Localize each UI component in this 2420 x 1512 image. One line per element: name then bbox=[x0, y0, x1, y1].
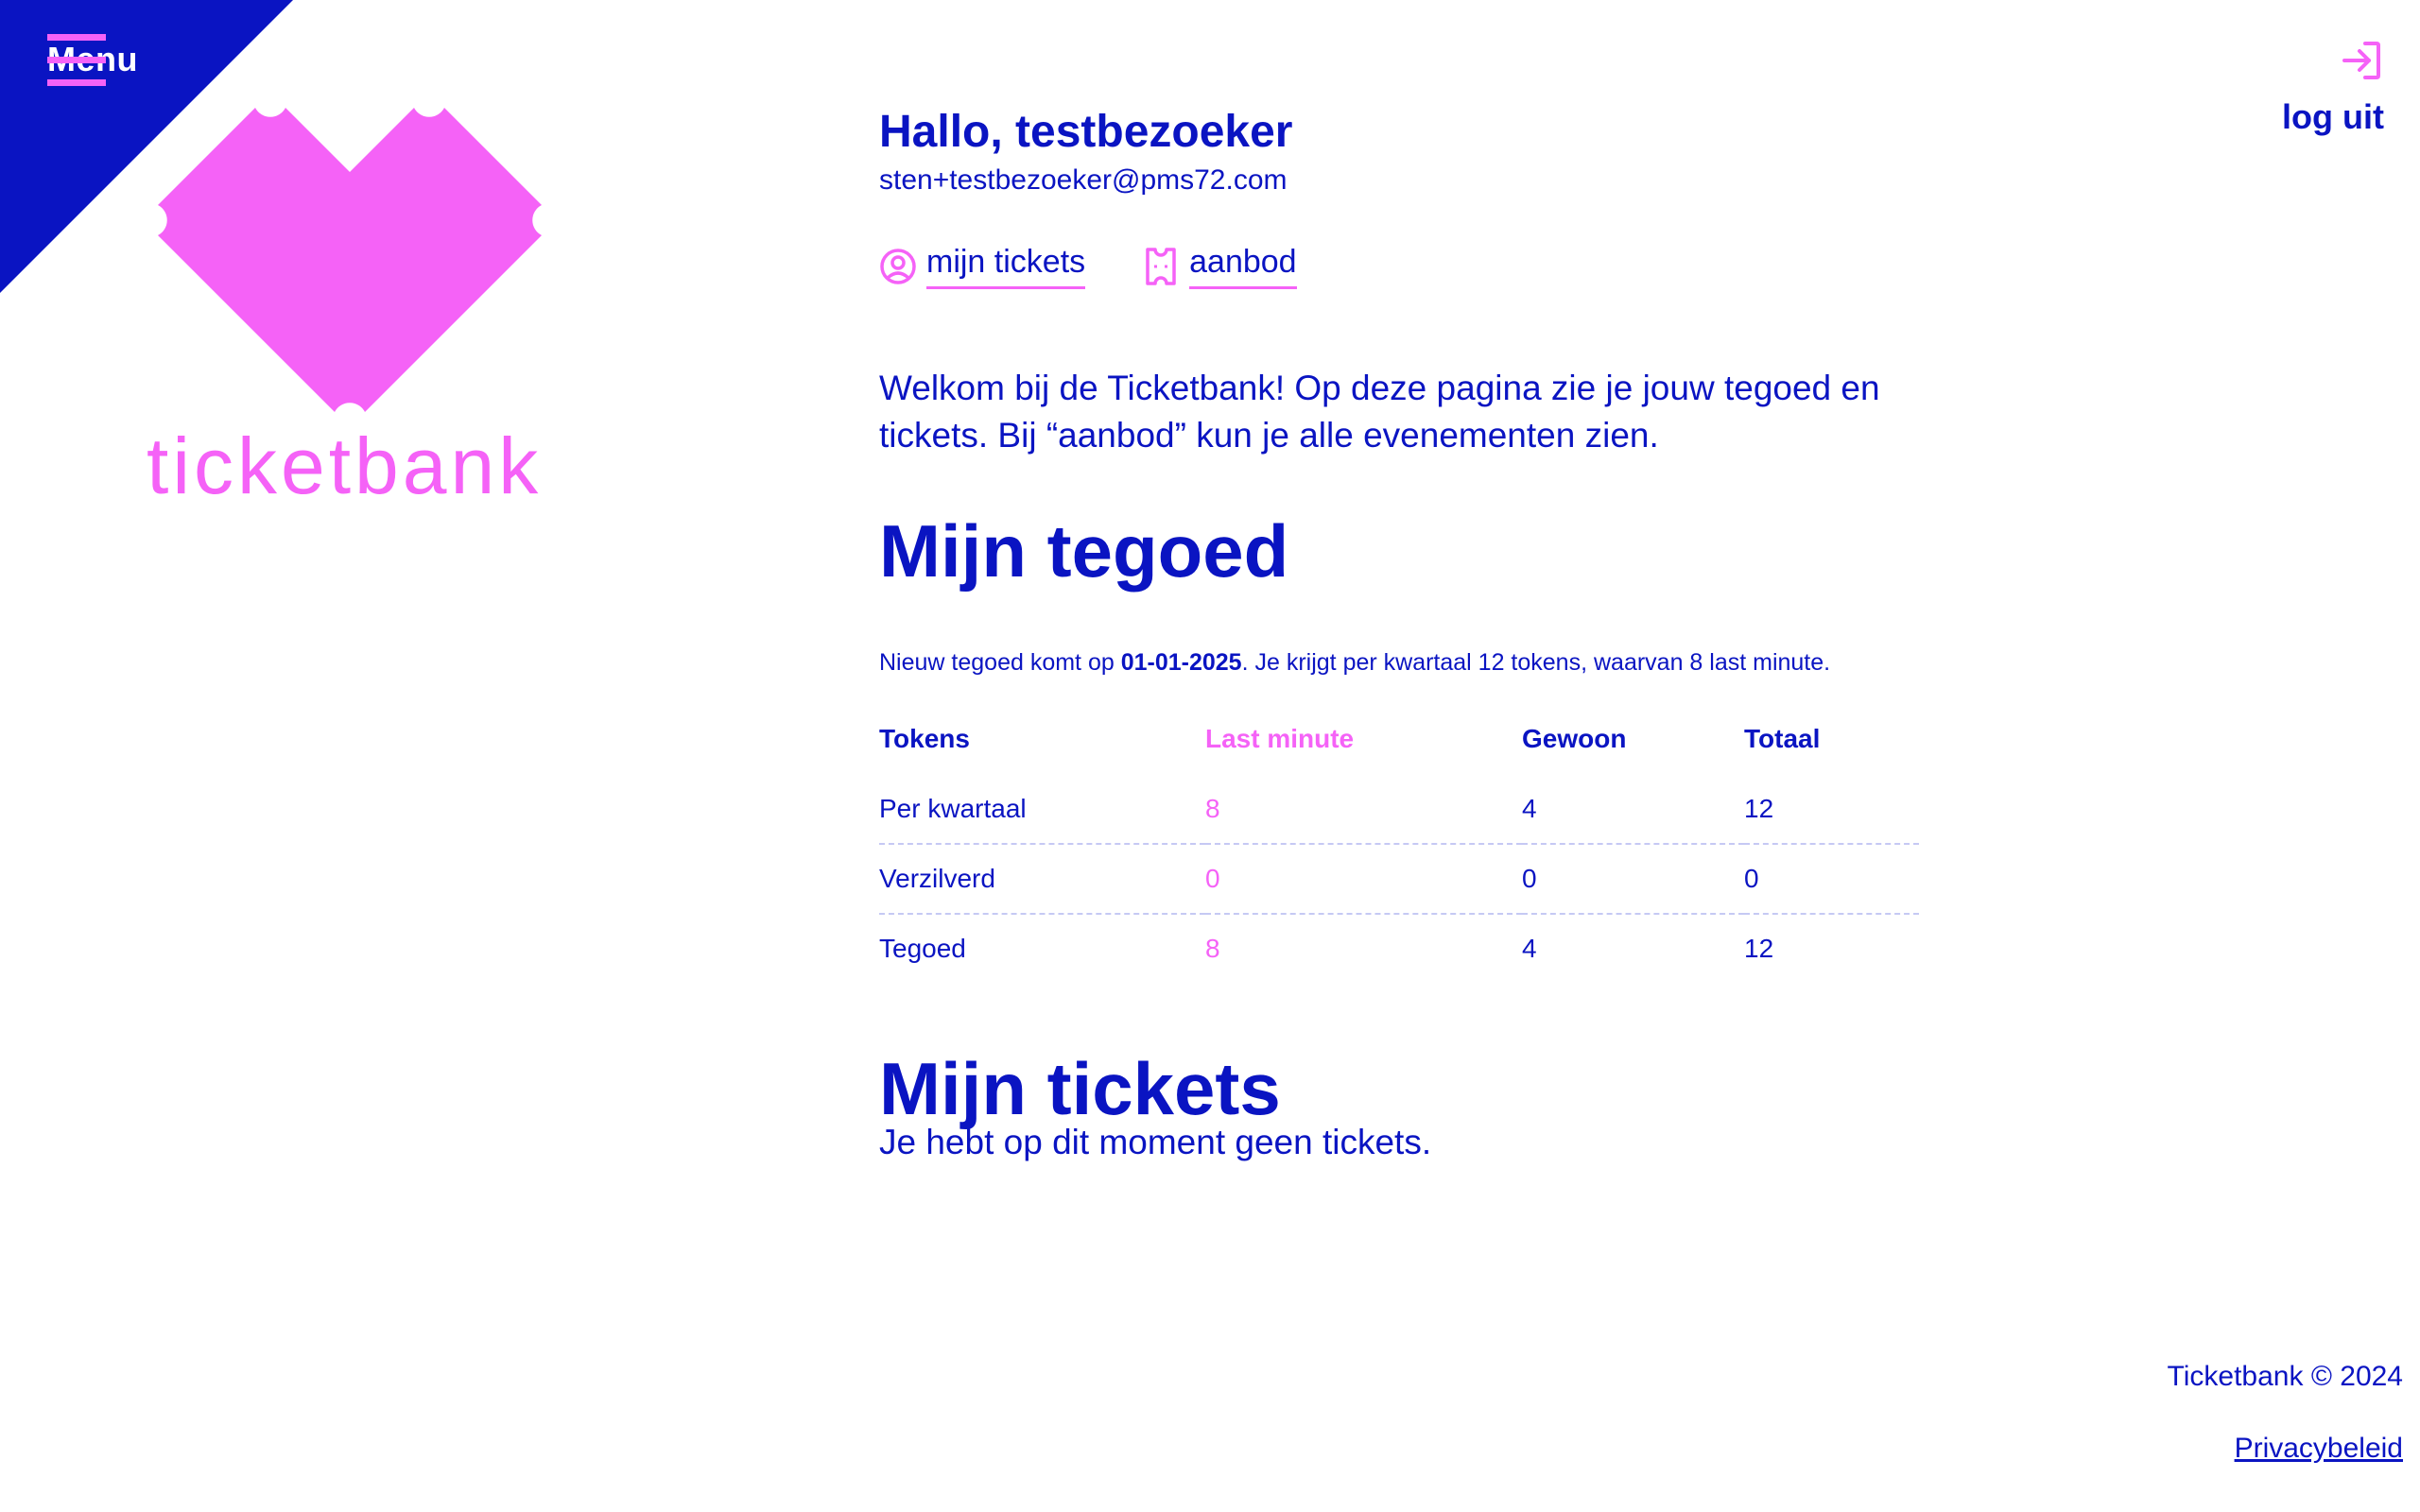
intro-text: Welkom bij de Ticketbank! Op deze pagina… bbox=[879, 369, 1880, 455]
footer: Ticketbank © 2024 Privacybeleid bbox=[2168, 1361, 2403, 1465]
greeting-heading: Hallo, testbezoeker bbox=[879, 107, 1293, 157]
user-circle-icon bbox=[880, 249, 916, 284]
tab-mijn-tickets[interactable]: mijn tickets bbox=[879, 244, 1086, 289]
menu-button[interactable]: Menu bbox=[47, 34, 142, 86]
row-label: Verzilverd bbox=[879, 843, 1205, 914]
table-row: Per kwartaal 8 4 12 bbox=[879, 775, 1919, 844]
header-last-minute: Last minute bbox=[1205, 724, 1355, 753]
last-minute-value: 0 bbox=[1205, 843, 1522, 914]
table-row: Tegoed 8 4 12 bbox=[879, 913, 1919, 983]
tegoed-note-prefix: Nieuw tegoed komt op bbox=[879, 649, 1121, 676]
page: Menu ticketbank log uit Hallo, testbezoe… bbox=[0, 0, 2420, 1512]
ticket-icon bbox=[1146, 248, 1176, 285]
last-minute-value: 8 bbox=[1205, 913, 1522, 983]
row-label: Per kwartaal bbox=[879, 794, 1027, 823]
logo-text: ticketbank bbox=[147, 421, 543, 510]
gewoon-value: 0 bbox=[1522, 843, 1744, 914]
logout-button[interactable]: log uit bbox=[2282, 38, 2384, 137]
table-row: Verzilverd 0 0 0 bbox=[879, 843, 1919, 914]
user-email: sten+testbezoeker@pms72.com bbox=[879, 164, 1288, 196]
table-header-row: Tokens Last minute Gewoon Totaal bbox=[879, 724, 1919, 775]
logout-label: log uit bbox=[2282, 97, 2384, 136]
totaal-value: 0 bbox=[1744, 843, 1919, 914]
tegoed-heading: Mijn tegoed bbox=[879, 509, 1289, 593]
tab-aanbod-label: aanbod bbox=[1189, 244, 1297, 289]
tickets-heading: Mijn tickets bbox=[879, 1047, 1281, 1130]
copyright-text: Ticketbank © 2024 bbox=[2167, 1361, 2403, 1392]
tab-mijn-tickets-label: mijn tickets bbox=[926, 244, 1086, 289]
main-content: Hallo, testbezoeker sten+testbezoeker@pm… bbox=[879, 104, 1919, 1162]
no-tickets-text: Je hebt op dit moment geen tickets. bbox=[879, 1123, 1432, 1161]
row-label: Tegoed bbox=[879, 913, 1205, 983]
gewoon-value: 4 bbox=[1522, 794, 1537, 823]
last-minute-value: 8 bbox=[1205, 794, 1220, 823]
header-gewoon: Gewoon bbox=[1522, 724, 1627, 753]
header-tokens: Tokens bbox=[879, 724, 970, 753]
tegoed-note: Nieuw tegoed komt op 01-01-2025. Je krij… bbox=[879, 649, 1919, 677]
tokens-table: Tokens Last minute Gewoon Totaal Per kwa… bbox=[879, 724, 1919, 983]
hamburger-icon bbox=[47, 34, 106, 86]
tab-bar: mijn tickets aanbod bbox=[879, 244, 1919, 289]
gewoon-value: 4 bbox=[1522, 913, 1744, 983]
header-totaal: Totaal bbox=[1744, 724, 1821, 753]
tegoed-note-suffix: . Je krijgt per kwartaal 12 tokens, waar… bbox=[1241, 649, 1831, 676]
ticketbank-logo[interactable]: ticketbank bbox=[147, 104, 553, 510]
privacy-link[interactable]: Privacybeleid bbox=[2168, 1433, 2403, 1465]
totaal-value: 12 bbox=[1744, 913, 1919, 983]
heart-ticket-icon bbox=[158, 108, 542, 412]
tegoed-note-date: 01-01-2025 bbox=[1120, 649, 1242, 676]
tab-aanbod[interactable]: aanbod bbox=[1142, 244, 1297, 289]
logout-icon bbox=[2342, 42, 2380, 79]
totaal-value: 12 bbox=[1744, 794, 1774, 823]
